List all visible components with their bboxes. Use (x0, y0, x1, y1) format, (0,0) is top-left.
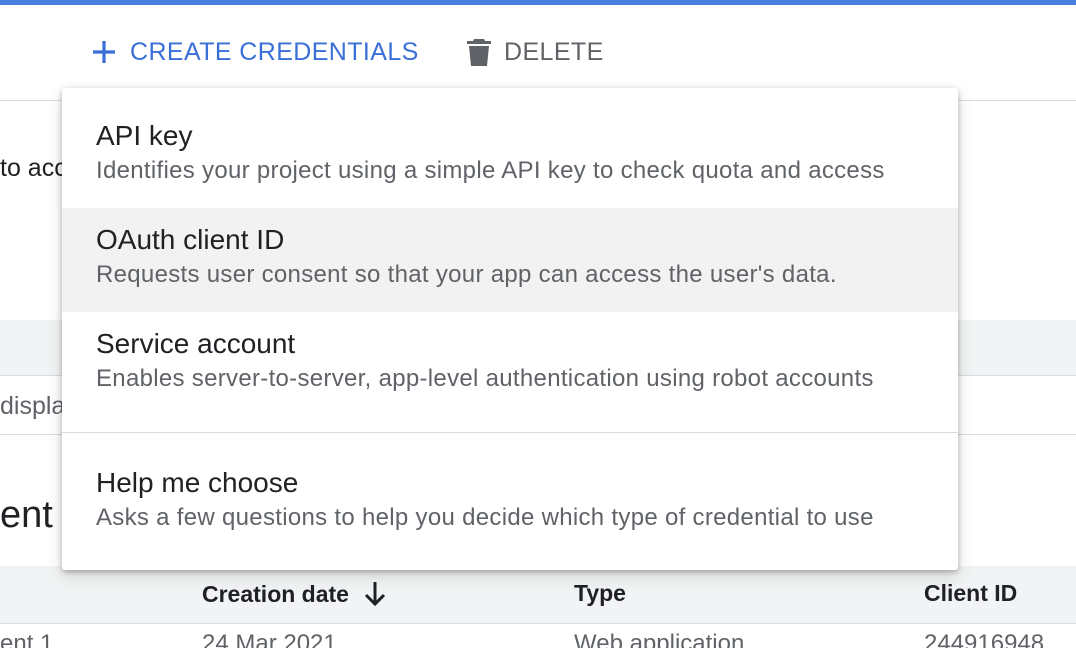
sort-down-arrow-icon[interactable] (363, 580, 387, 608)
row-client-id: 244916948 (924, 630, 1045, 648)
row-name[interactable]: ent 1 (0, 630, 53, 648)
page-description-fragment: to acc (0, 154, 67, 182)
trash-icon (466, 37, 492, 67)
create-credentials-button[interactable]: CREATE CREDENTIALS (90, 33, 419, 71)
menu-item-description: Identifies your project using a simple A… (96, 157, 885, 184)
table-row-fragment: displa (0, 392, 66, 420)
menu-item-description: Enables server-to-server, app-level auth… (96, 365, 874, 392)
menu-item-title: Service account (96, 328, 296, 359)
menu-item-description: Requests user consent so that your app c… (96, 261, 837, 288)
menu-item-oauth-client-id[interactable]: OAuth client ID Requests user consent so… (62, 208, 958, 312)
menu-item-title: API key (96, 120, 193, 151)
menu-item-service-account[interactable]: Service account Enables server-to-server… (62, 312, 958, 416)
menu-item-description: Asks a few questions to help you decide … (96, 504, 874, 531)
menu-item-title: Help me choose (96, 467, 299, 498)
row-date: 24 Mar 2021 (202, 630, 337, 648)
toolbar: CREATE CREDENTIALS DELETE (0, 5, 1076, 101)
menu-item-api-key[interactable]: API key Identifies your project using a … (62, 104, 958, 208)
menu-item-help-me-choose[interactable]: Help me choose Asks a few questions to h… (62, 433, 958, 569)
menu-item-title: OAuth client ID (96, 224, 285, 255)
column-header-creation-date[interactable]: Creation date (202, 580, 387, 608)
column-header-type[interactable]: Type (574, 580, 626, 607)
creation-date-label: Creation date (202, 580, 349, 607)
row-type: Web application (574, 630, 745, 648)
column-header-client-id[interactable]: Client ID (924, 580, 1017, 607)
client-table-header (0, 566, 1076, 624)
delete-button[interactable]: DELETE (466, 33, 604, 71)
plus-icon (90, 38, 118, 66)
delete-label: DELETE (504, 37, 604, 66)
create-credentials-label: CREATE CREDENTIALS (130, 37, 419, 66)
create-credentials-menu: API key Identifies your project using a … (62, 88, 958, 570)
